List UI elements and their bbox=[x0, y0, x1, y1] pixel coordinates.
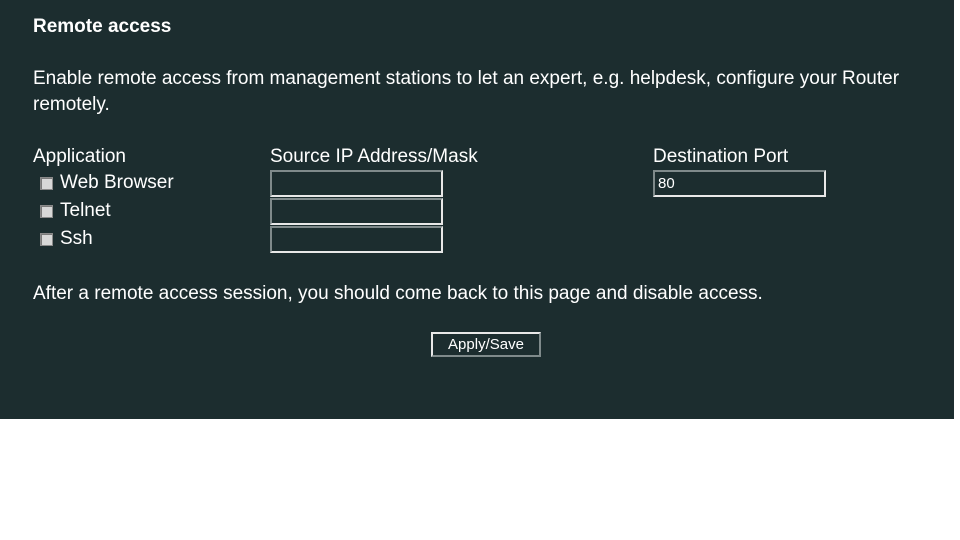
apply-save-button[interactable]: Apply/Save bbox=[431, 332, 541, 357]
remote-access-panel: Remote access Enable remote access from … bbox=[0, 0, 954, 419]
intro-text: Enable remote access from management sta… bbox=[33, 68, 900, 115]
telnet-source-ip-input[interactable] bbox=[270, 198, 443, 225]
web-browser-checkbox[interactable] bbox=[40, 176, 53, 190]
web-browser-label: Web Browser bbox=[60, 172, 174, 193]
page-title: Remote access bbox=[33, 16, 172, 37]
telnet-label: Telnet bbox=[60, 200, 111, 221]
web-browser-destination-port-input[interactable] bbox=[653, 170, 826, 197]
disable-access-note: After a remote access session, you shoul… bbox=[33, 283, 763, 304]
ssh-checkbox[interactable] bbox=[40, 232, 53, 246]
application-column-header: Application bbox=[33, 146, 126, 167]
ssh-label: Ssh bbox=[60, 228, 93, 249]
source-ip-column-header: Source IP Address/Mask bbox=[270, 146, 478, 167]
destination-port-column-header: Destination Port bbox=[653, 146, 789, 167]
application-row-telnet: Telnet bbox=[38, 199, 111, 223]
application-row-web-browser: Web Browser bbox=[38, 171, 174, 195]
web-browser-source-ip-input[interactable] bbox=[270, 170, 443, 197]
ssh-source-ip-input[interactable] bbox=[270, 226, 443, 253]
telnet-checkbox[interactable] bbox=[40, 204, 53, 218]
application-row-ssh: Ssh bbox=[38, 227, 93, 251]
